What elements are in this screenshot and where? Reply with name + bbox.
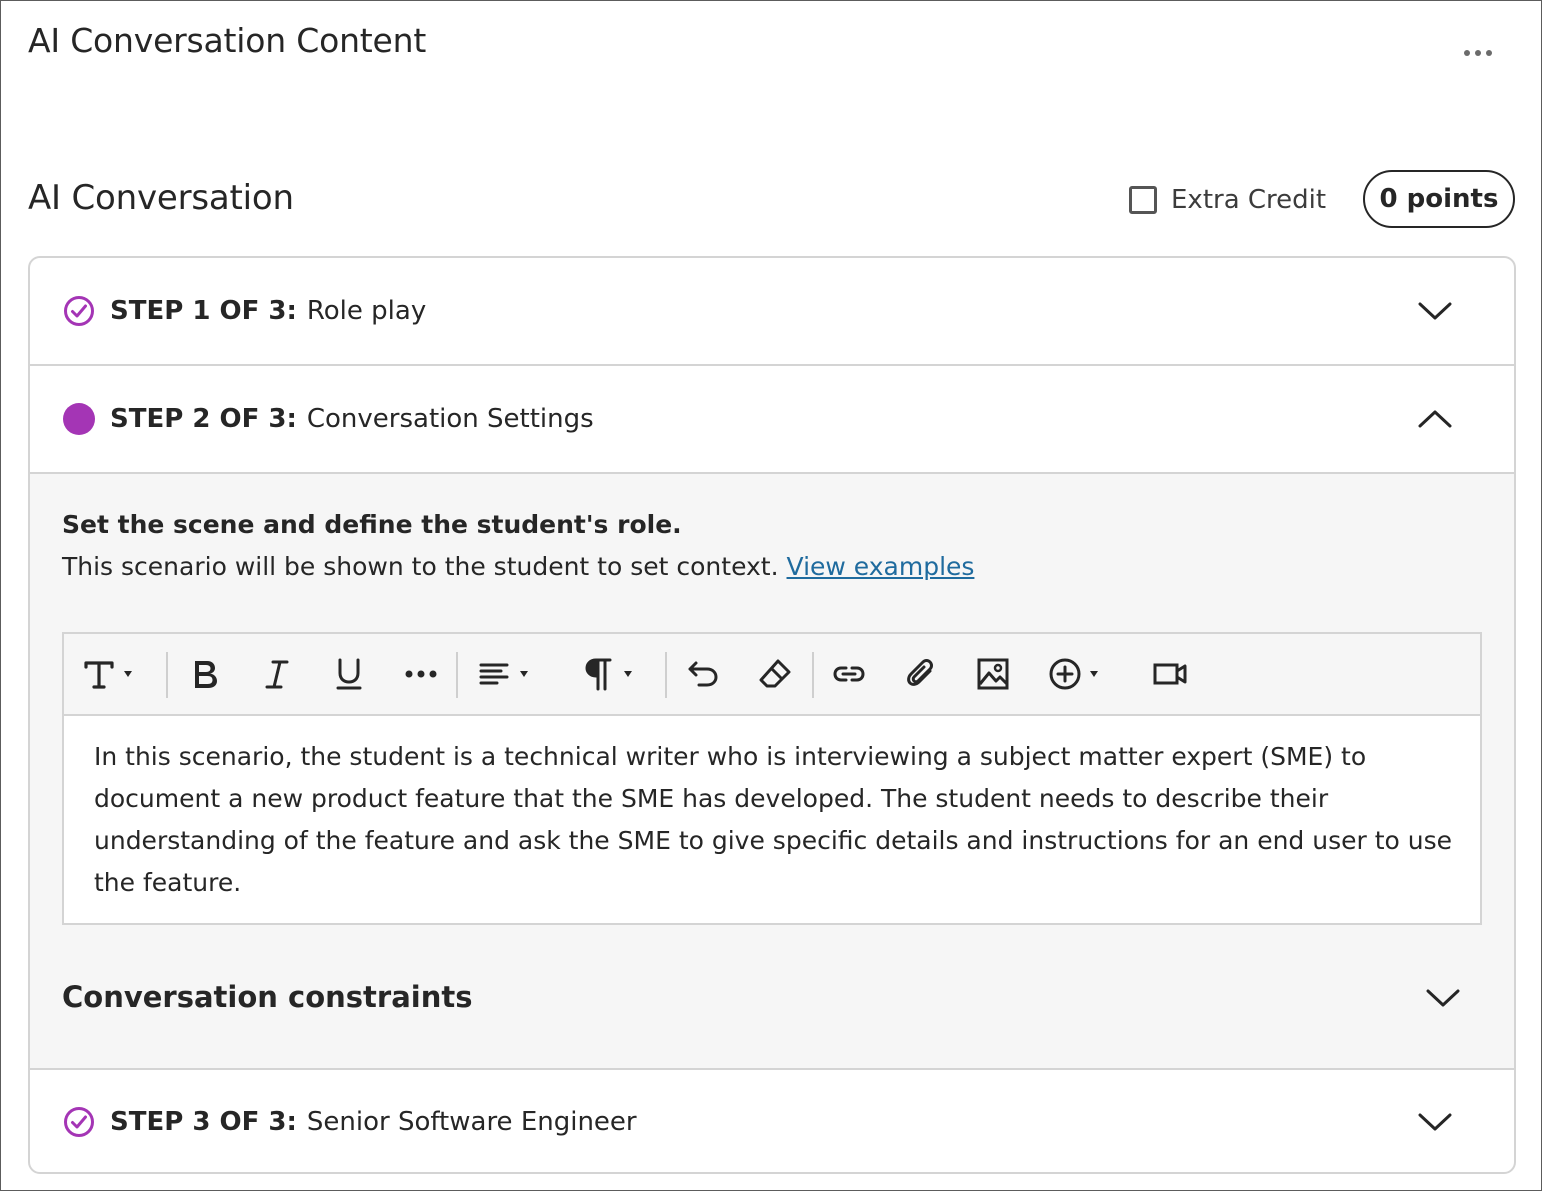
step-3-label: STEP 3 OF 3: Senior Software Engineer (110, 1107, 637, 1137)
extra-credit-checkbox[interactable] (1129, 186, 1157, 214)
undo-icon (688, 661, 718, 687)
section-title: AI Conversation (28, 178, 294, 218)
insert-image-button[interactable] (976, 652, 1010, 696)
chevron-down-icon[interactable] (1426, 988, 1460, 1008)
underline-button[interactable] (332, 652, 366, 696)
eraser-icon (759, 659, 791, 688)
editor-content[interactable]: In this scenario, the student is a techn… (94, 736, 1459, 904)
attach-file-button[interactable] (904, 652, 938, 696)
step-2-prefix: STEP 2 OF 3: (110, 404, 297, 434)
paragraph-icon (585, 658, 612, 691)
italic-icon (265, 660, 289, 689)
step-2-label: STEP 2 OF 3: Conversation Settings (110, 404, 594, 434)
scene-description-text: This scenario will be shown to the stude… (62, 552, 779, 581)
dropdown-caret-icon (520, 671, 528, 677)
step-3-name: Senior Software Engineer (306, 1107, 637, 1137)
more-formatting-button[interactable] (404, 652, 438, 696)
dropdown-caret-icon (624, 671, 632, 677)
points-button[interactable]: 0 points (1363, 170, 1515, 228)
image-icon (977, 658, 1009, 690)
toolbar-divider (665, 652, 667, 698)
step-1-name: Role play (306, 296, 427, 326)
dropdown-caret-icon (1090, 671, 1098, 677)
text-style-button[interactable] (82, 652, 132, 696)
bold-icon (195, 661, 217, 688)
steps-accordion: STEP 1 OF 3: Role play STEP 2 OF 3: Conver… (28, 256, 1516, 1174)
step-2-header[interactable]: STEP 2 OF 3: Conversation Settings (30, 366, 1514, 474)
conversation-constraints-toggle[interactable]: Conversation constraints (62, 972, 1482, 1022)
chevron-down-icon[interactable] (1418, 301, 1452, 321)
editor-toolbar (64, 634, 1480, 716)
rich-text-editor: In this scenario, the student is a techn… (62, 632, 1482, 925)
bold-button[interactable] (188, 652, 222, 696)
link-icon (833, 666, 865, 682)
align-button[interactable] (478, 652, 528, 696)
step-1-prefix: STEP 1 OF 3: (110, 296, 297, 326)
check-circle-icon (64, 1107, 94, 1137)
insert-content-button[interactable] (1048, 652, 1098, 696)
extra-credit-label: Extra Credit (1171, 185, 1327, 215)
ai-conversation-panel: AI Conversation Content AI Conversation … (0, 0, 1542, 1191)
chevron-down-icon[interactable] (1418, 1112, 1452, 1132)
more-options-icon[interactable] (1456, 41, 1500, 65)
italic-button[interactable] (260, 652, 294, 696)
step-3-prefix: STEP 3 OF 3: (110, 1107, 297, 1137)
clear-formatting-button[interactable] (758, 652, 792, 696)
extra-credit-toggle[interactable]: Extra Credit (1129, 181, 1326, 219)
align-left-icon (479, 663, 509, 685)
step-1-label: STEP 1 OF 3: Role play (110, 296, 426, 326)
underline-icon (336, 658, 362, 690)
record-video-button[interactable] (1152, 652, 1188, 696)
toolbar-divider (166, 652, 168, 698)
scene-heading: Set the scene and define the student's r… (62, 510, 682, 539)
toolbar-divider (812, 652, 814, 698)
scene-description: This scenario will be shown to the stude… (62, 552, 974, 581)
view-examples-link[interactable]: View examples (787, 552, 975, 581)
video-icon (1153, 663, 1187, 685)
chevron-up-icon[interactable] (1418, 409, 1452, 429)
insert-plus-icon (1049, 658, 1081, 690)
more-formatting-icon (405, 670, 437, 678)
panel-title: AI Conversation Content (28, 21, 427, 60)
dropdown-caret-icon (124, 671, 132, 677)
text-style-icon (84, 661, 114, 689)
check-circle-icon (64, 296, 94, 326)
filled-circle-icon (63, 403, 95, 435)
attachment-icon (907, 659, 933, 686)
insert-link-button[interactable] (832, 652, 866, 696)
undo-button[interactable] (686, 652, 720, 696)
toolbar-divider (456, 652, 458, 698)
conversation-constraints-label: Conversation constraints (62, 980, 473, 1014)
step-3-header[interactable]: STEP 3 OF 3: Senior Software Engineer (30, 1068, 1514, 1172)
paragraph-button[interactable] (582, 652, 632, 696)
step-2-name: Conversation Settings (306, 404, 594, 434)
step-1-header[interactable]: STEP 1 OF 3: Role play (30, 258, 1514, 366)
